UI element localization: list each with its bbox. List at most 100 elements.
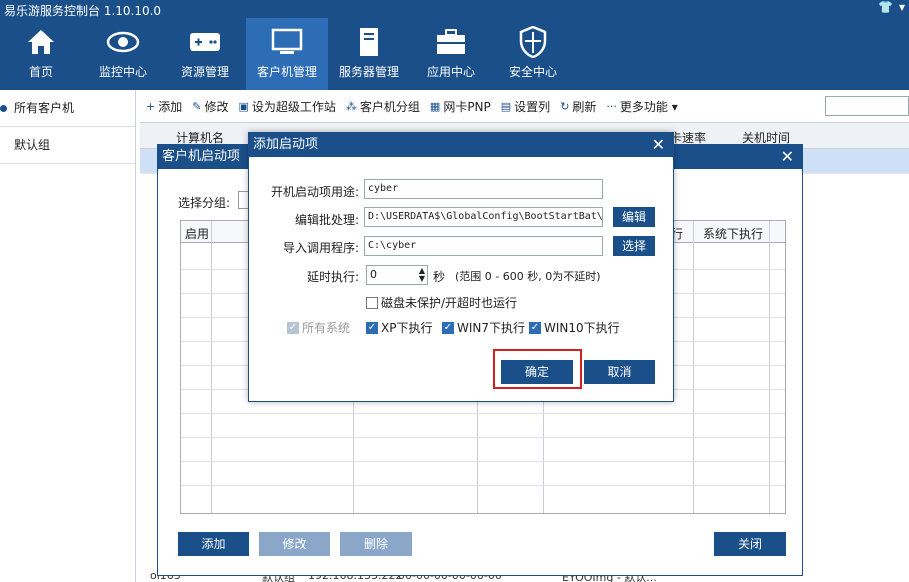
columns-icon: ▤ xyxy=(500,99,512,113)
column-divider xyxy=(769,221,770,513)
workstation-icon: ▣ xyxy=(238,99,249,113)
sidebar: 所有客户机 默认组 xyxy=(0,90,136,582)
set-columns-label: 设置列 xyxy=(514,99,551,114)
disk-unprotected-label: 磁盘未保护/开超时也运行 xyxy=(381,296,518,310)
check-icon: ✓ xyxy=(366,321,378,334)
edit-startup-button[interactable]: 修改 xyxy=(259,532,330,556)
batch-path-input[interactable]: D:\USERDATA$\GlobalConfig\BootStartBat\c… xyxy=(364,207,603,227)
nav-label: 客户机管理 xyxy=(256,65,317,79)
col-enable: 启用 xyxy=(185,227,210,241)
nav-app-center[interactable]: 应用中心 xyxy=(410,18,492,90)
col-system-exec: 系统下执行 xyxy=(703,227,764,241)
server-icon xyxy=(352,26,386,58)
check-icon: ✓ xyxy=(529,321,541,334)
check-icon: ✓ xyxy=(287,321,299,334)
nav-security-center[interactable]: 安全中心 xyxy=(492,18,574,90)
table-row xyxy=(181,461,785,462)
edit-label: 修改 xyxy=(204,99,229,114)
add-button[interactable]: + 添加 xyxy=(146,98,182,115)
delay-label: 延时执行: xyxy=(306,270,359,284)
top-bar: 易乐游服务控制台 1.10.10.0 👕 ▾ 首页 监控中心 资源管理 客户机管… xyxy=(0,0,909,90)
refresh-icon: ↻ xyxy=(560,99,570,113)
nav-label: 服务器管理 xyxy=(338,65,399,79)
close-icon[interactable]: ✕ xyxy=(652,133,665,157)
ok-button[interactable]: 确定 xyxy=(501,360,573,384)
close-icon[interactable]: ✕ xyxy=(781,145,794,169)
main-nav: 首页 监控中心 资源管理 客户机管理 服务器管理 应用中心 安全中心 xyxy=(0,18,574,90)
delay-hint: (范围 0 - 600 秒, 0为不延时) xyxy=(455,270,601,283)
set-columns-button[interactable]: ▤ 设置列 xyxy=(501,98,550,115)
stepper-arrows-icon[interactable]: ▲ ▼ xyxy=(419,267,425,283)
window-controls: 👕 ▾ xyxy=(878,0,909,14)
home-icon xyxy=(24,26,58,58)
menu-icon[interactable]: ▾ xyxy=(899,0,905,14)
win10-checkbox[interactable]: ✓ WIN10下执行 xyxy=(529,319,620,336)
nav-resources[interactable]: 资源管理 xyxy=(164,18,246,90)
more-functions-button[interactable]: ··· 更多功能 ▾ xyxy=(606,98,677,115)
add-startup-item-dialog: 添加启动项 ✕ 开机启动项用途: cyber 编辑批处理: D:\USERDAT… xyxy=(248,132,674,402)
delay-stepper[interactable]: 0 ▲ ▼ xyxy=(366,265,428,285)
pencil-icon: ✎ xyxy=(192,99,202,113)
purpose-label: 开机启动项用途: xyxy=(270,185,359,199)
win7-checkbox[interactable]: ✓ WIN7下执行 xyxy=(442,319,525,336)
win7-label: WIN7下执行 xyxy=(457,321,526,335)
nic-icon: ▦ xyxy=(429,99,441,113)
nav-label: 首页 xyxy=(28,65,53,79)
column-divider xyxy=(211,221,212,513)
nic-pnp-label: 网卡PNP xyxy=(443,99,491,114)
sidebar-item-default-group[interactable]: 默认组 xyxy=(0,127,135,164)
client-group-label: 客户机分组 xyxy=(359,99,420,114)
refresh-button[interactable]: ↻ 刷新 xyxy=(560,98,596,115)
check-icon: ✓ xyxy=(442,321,454,334)
program-label: 导入调用程序: xyxy=(282,241,359,255)
sidebar-item-label: 默认组 xyxy=(14,138,51,152)
xp-label: XP下执行 xyxy=(381,321,433,335)
shirt-icon[interactable]: 👕 xyxy=(878,0,893,14)
nav-label: 应用中心 xyxy=(426,65,475,79)
all-systems-label: 所有系统 xyxy=(302,321,351,335)
edit-button[interactable]: ✎ 修改 xyxy=(192,98,228,115)
win10-label: WIN10下执行 xyxy=(544,321,620,335)
refresh-label: 刷新 xyxy=(572,99,597,114)
nav-server-management[interactable]: 服务器管理 xyxy=(328,18,410,90)
dialog-title: 添加启动项 xyxy=(253,137,319,152)
sidebar-item-all-clients[interactable]: 所有客户机 xyxy=(0,90,135,127)
table-row xyxy=(181,413,785,414)
search-input[interactable] xyxy=(825,96,909,116)
delay-value: 0 xyxy=(370,268,377,281)
table-row xyxy=(181,437,785,438)
plus-icon: + xyxy=(146,99,156,113)
select-program-button[interactable]: 选择 xyxy=(613,236,655,256)
set-super-workstation-label: 设为超级工作站 xyxy=(251,99,336,114)
cancel-button[interactable]: 取消 xyxy=(584,360,655,384)
nic-pnp-button[interactable]: ▦ 网卡PNP xyxy=(430,98,491,115)
nav-label: 资源管理 xyxy=(180,65,229,79)
checkbox-box xyxy=(366,296,378,309)
nav-home[interactable]: 首页 xyxy=(0,18,82,90)
column-divider xyxy=(693,221,694,513)
program-path-input[interactable]: C:\cyber xyxy=(364,236,603,256)
set-super-workstation-button[interactable]: ▣ 设为超级工作站 xyxy=(238,98,335,115)
client-group-button[interactable]: ⁂ 客户机分组 xyxy=(346,98,420,115)
more-functions-label: 更多功能 ▾ xyxy=(619,99,678,114)
add-startup-button[interactable]: 添加 xyxy=(178,532,249,556)
nav-label: 安全中心 xyxy=(508,65,557,79)
close-button[interactable]: 关闭 xyxy=(714,532,786,556)
shield-icon xyxy=(516,26,550,58)
all-systems-checkbox[interactable]: ✓ 所有系统 xyxy=(287,319,350,336)
group-label: 选择分组: xyxy=(178,196,231,210)
nav-monitor[interactable]: 监控中心 xyxy=(82,18,164,90)
delay-unit: 秒 xyxy=(433,270,446,284)
purpose-input[interactable]: cyber xyxy=(364,179,603,199)
edit-batch-button[interactable]: 编辑 xyxy=(613,207,655,227)
dialog-title: 客户机启动项 xyxy=(162,149,241,164)
add-label: 添加 xyxy=(158,99,183,114)
more-icon: ··· xyxy=(606,99,617,113)
group-icon: ⁂ xyxy=(345,99,357,113)
xp-checkbox[interactable]: ✓ XP下执行 xyxy=(366,319,432,336)
disk-unprotected-checkbox[interactable]: 磁盘未保护/开超时也运行 xyxy=(366,294,517,311)
nav-client-management[interactable]: 客户机管理 xyxy=(246,18,328,90)
dialog-title-bar: 添加启动项 ✕ xyxy=(249,133,673,157)
delete-startup-button[interactable]: 删除 xyxy=(340,532,412,556)
sidebar-item-label: 所有客户机 xyxy=(14,101,75,115)
